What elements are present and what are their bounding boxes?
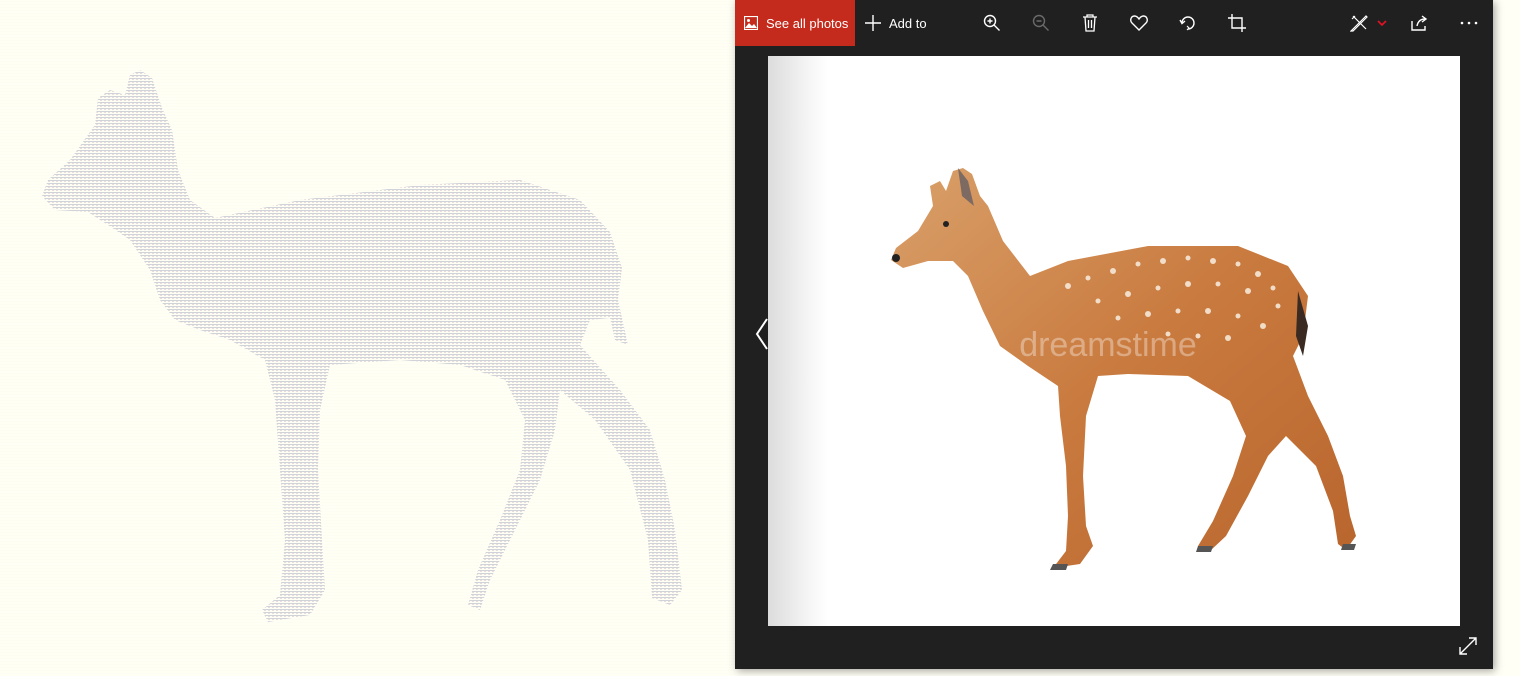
edit-draw-icon bbox=[1350, 15, 1368, 32]
crop-button[interactable] bbox=[1224, 10, 1250, 36]
see-all-photos-button[interactable]: See all photos bbox=[735, 0, 855, 46]
expand-icon bbox=[1459, 637, 1477, 655]
edit-create-dropdown[interactable] bbox=[1375, 10, 1389, 36]
photo-viewer: dreamstime bbox=[768, 56, 1460, 626]
text-art-deer bbox=[42, 70, 682, 622]
see-all-photos-label: See all photos bbox=[766, 15, 849, 31]
more-options-button[interactable] bbox=[1456, 10, 1482, 36]
favorite-icon bbox=[1130, 15, 1148, 31]
previous-photo-button[interactable] bbox=[750, 314, 774, 354]
favorite-button[interactable] bbox=[1126, 10, 1152, 36]
plus-icon bbox=[865, 15, 881, 31]
photos-icon bbox=[744, 16, 758, 30]
toolbar: See all photos Add to bbox=[735, 0, 1493, 46]
photos-app-window: See all photos Add to dreamstime bbox=[735, 0, 1493, 669]
chevron-left-icon bbox=[755, 318, 768, 350]
zoom-in-icon bbox=[983, 14, 1000, 31]
edit-create-button[interactable] bbox=[1346, 10, 1372, 36]
share-button[interactable] bbox=[1407, 10, 1433, 36]
crop-icon bbox=[1228, 14, 1246, 32]
add-to-button[interactable]: Add to bbox=[865, 0, 927, 46]
more-icon bbox=[1460, 21, 1478, 25]
zoom-out-button[interactable] bbox=[1028, 10, 1054, 36]
fullscreen-button[interactable] bbox=[1456, 634, 1480, 658]
watermark-text: dreamstime bbox=[1019, 326, 1197, 364]
chevron-down-icon bbox=[1377, 20, 1387, 26]
zoom-out-icon bbox=[1032, 14, 1049, 31]
text-art-pane bbox=[0, 0, 735, 676]
rotate-icon bbox=[1179, 16, 1195, 31]
delete-button[interactable] bbox=[1077, 10, 1103, 36]
share-icon bbox=[1411, 15, 1428, 31]
add-to-label: Add to bbox=[889, 15, 927, 31]
fawn-photo: dreamstime bbox=[891, 168, 1356, 570]
delete-icon bbox=[1083, 14, 1097, 32]
zoom-in-button[interactable] bbox=[979, 10, 1005, 36]
rotate-button[interactable] bbox=[1175, 10, 1201, 36]
